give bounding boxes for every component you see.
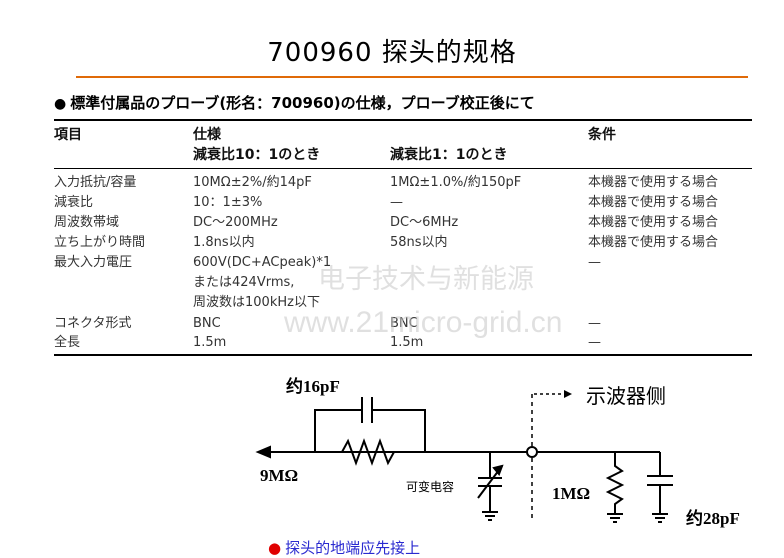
arrow-left-icon [255,445,271,459]
row-item: 周波数帯域 [54,215,120,230]
row-ratio10-value: または424Vrms, [193,275,295,290]
resistor-right-label: 1MΩ [552,484,591,503]
row-ratio10-value: DC～200MHz [193,215,278,230]
row-ratio1-value: DC～6MHz [390,215,459,230]
row-ratio1-value: — [390,195,403,210]
title-divider [76,76,748,78]
table-header-rule [54,168,752,169]
col-header-item: 項目 [54,127,82,143]
row-ratio10-value: 600V(DC+ACpeak)*1 [193,255,332,270]
arrow-right-icon [564,390,572,398]
cap-top-lead-right [372,409,426,452]
row-ratio1-value: 58ns以内 [390,235,448,250]
row-condition: — [588,335,601,350]
col-header-cond: 条件 [588,127,616,143]
cap-right-label: 约28pF [686,509,740,528]
watermark-url: www.21micro-grid.cn [284,306,563,339]
row-ratio10-value: 10MΩ±2%/約14pF [193,175,312,190]
row-condition: 本機器で使用する場合 [588,215,719,230]
bullet-icon: ● [54,96,67,112]
row-ratio10-value: BNC [193,316,221,331]
cap-top-label: 约16pF [286,377,340,396]
row-condition: 本機器で使用する場合 [588,175,719,190]
row-ratio1-value: 1MΩ±1.0%/約150pF [390,175,522,190]
cap-top-lead-left [314,409,362,452]
page-title: 700960 探头的规格 [267,38,517,68]
row-item: 入力抵抗/容量 [54,175,137,190]
spec-heading-text: 標準付属品のプローブ(形名：700960)の仕様，プローブ校正後にて [70,94,535,112]
variable-cap-label: 可变电容 [406,480,455,494]
row-ratio10-value: 1.8ns以内 [193,235,255,250]
col-header-ratio1: 減衰比1：1のとき [390,147,508,163]
scope-side-label: 示波器侧 [586,384,666,408]
row-item: 全長 [54,335,81,350]
row-condition: 本機器で使用する場合 [588,235,719,250]
row-condition: — [588,316,601,331]
bullet-icon: ● [268,539,282,557]
row-item: コネクタ形式 [54,316,132,331]
resistor-1m [605,452,625,514]
table-top-rule [54,119,752,121]
row-condition: 本機器で使用する場合 [588,195,719,210]
row-item: 立ち上がり時間 [54,235,146,250]
watermark-text: 电子技术与新能源 [318,264,534,295]
col-header-ratio10: 減衰比10：1のとき [193,147,321,163]
resistor-left-label: 9MΩ [260,466,299,485]
title-bar: 700960 探头的规格 [0,0,784,76]
row-ratio10-value: 1.5m [193,335,227,350]
row-item: 減衰比 [54,195,94,210]
probe-circuit-diagram [255,390,673,523]
col-header-spec: 仕様 [193,127,221,143]
ground-note: ● 探头的地端应先接上 [268,537,420,558]
spec-heading: ● 標準付属品のプローブ(形名：700960)の仕様，プローブ校正後にて [54,92,535,113]
row-item: 最大入力電圧 [54,255,133,270]
ground-note-text: 探头的地端应先接上 [285,539,421,557]
row-condition: — [588,255,601,270]
row-ratio10-value: 10：1±3% [193,195,263,210]
table-bottom-rule [54,354,752,356]
connector-node [526,446,538,458]
vcap-arrow-icon [492,464,504,476]
